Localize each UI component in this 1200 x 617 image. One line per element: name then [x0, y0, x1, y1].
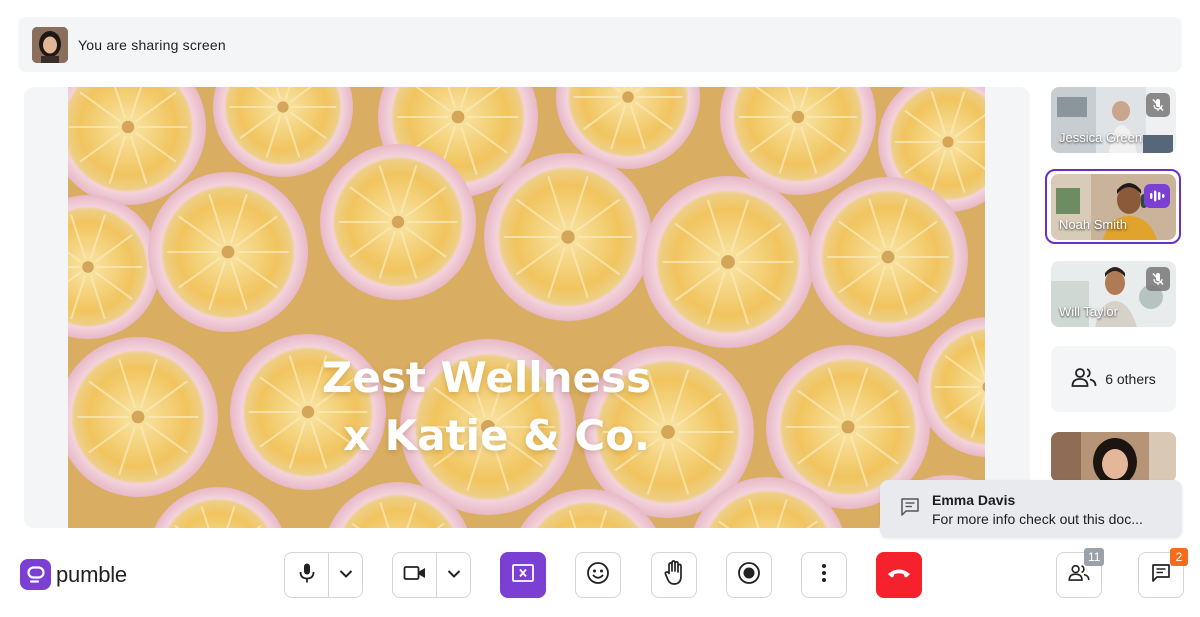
camera-options-dropdown[interactable]	[437, 553, 470, 597]
chat-notification-toast[interactable]: Emma Davis For more info check out this …	[880, 480, 1182, 538]
raise-hand-icon	[663, 559, 685, 591]
slide-title-line1: Zest Wellness	[321, 353, 652, 402]
shared-screen-slide: Zest Wellness x Katie & Co.	[68, 87, 985, 528]
pumble-logo: pumble	[20, 559, 127, 590]
participants-count-badge: 11	[1084, 548, 1105, 566]
stop-share-button[interactable]	[500, 552, 546, 598]
chevron-down-icon	[339, 566, 353, 584]
people-icon	[1071, 367, 1097, 392]
mic-off-icon	[1146, 93, 1170, 117]
participant-tile-jessica[interactable]: Jessica Green	[1051, 87, 1176, 153]
chat-unread-badge: 2	[1170, 548, 1188, 566]
others-count-label: 6 others	[1105, 371, 1156, 387]
sharing-status-text: You are sharing screen	[78, 36, 226, 53]
participant-video	[1051, 432, 1176, 482]
mic-options-dropdown[interactable]	[329, 553, 362, 597]
comment-icon	[900, 497, 920, 522]
participant-tile-self[interactable]	[1051, 432, 1176, 482]
slide-title: Zest Wellness x Katie & Co.	[68, 349, 985, 465]
audio-wave-icon	[1144, 184, 1170, 208]
toast-message: For more info check out this doc...	[932, 510, 1143, 527]
chevron-down-icon	[447, 566, 461, 584]
participant-name: Jessica Green	[1059, 130, 1143, 145]
reactions-button[interactable]	[575, 552, 621, 598]
emoji-icon	[586, 561, 610, 590]
record-icon	[737, 561, 761, 590]
mic-button[interactable]	[285, 553, 328, 597]
participant-tile-will[interactable]: Will Taylor	[1051, 261, 1176, 327]
slide-title-line2: x Katie & Co.	[342, 411, 651, 460]
camera-button[interactable]	[393, 553, 436, 597]
participant-tile-noah[interactable]: Noah Smith	[1051, 174, 1176, 240]
chat-icon	[1151, 563, 1171, 588]
leave-call-button[interactable]	[876, 552, 922, 598]
mic-control-group	[284, 552, 363, 598]
avatar	[32, 26, 68, 63]
hang-up-icon	[886, 566, 912, 585]
more-icon	[821, 563, 827, 588]
sharing-banner: You are sharing screen	[18, 17, 1182, 72]
pumble-logo-icon	[20, 559, 51, 590]
toast-sender: Emma Davis	[932, 491, 1016, 508]
more-options-button[interactable]	[801, 552, 847, 598]
participant-name: Noah Smith	[1059, 217, 1127, 232]
mic-off-icon	[1146, 267, 1170, 291]
mic-icon	[297, 562, 317, 589]
others-tile[interactable]: 6 others	[1051, 346, 1176, 412]
stop-share-icon	[511, 563, 535, 588]
participant-name: Will Taylor	[1059, 304, 1118, 319]
raise-hand-button[interactable]	[651, 552, 697, 598]
record-button[interactable]	[726, 552, 772, 598]
people-icon	[1068, 564, 1090, 586]
camera-icon	[403, 565, 427, 586]
camera-control-group	[392, 552, 471, 598]
pumble-logo-text: pumble	[56, 561, 127, 587]
